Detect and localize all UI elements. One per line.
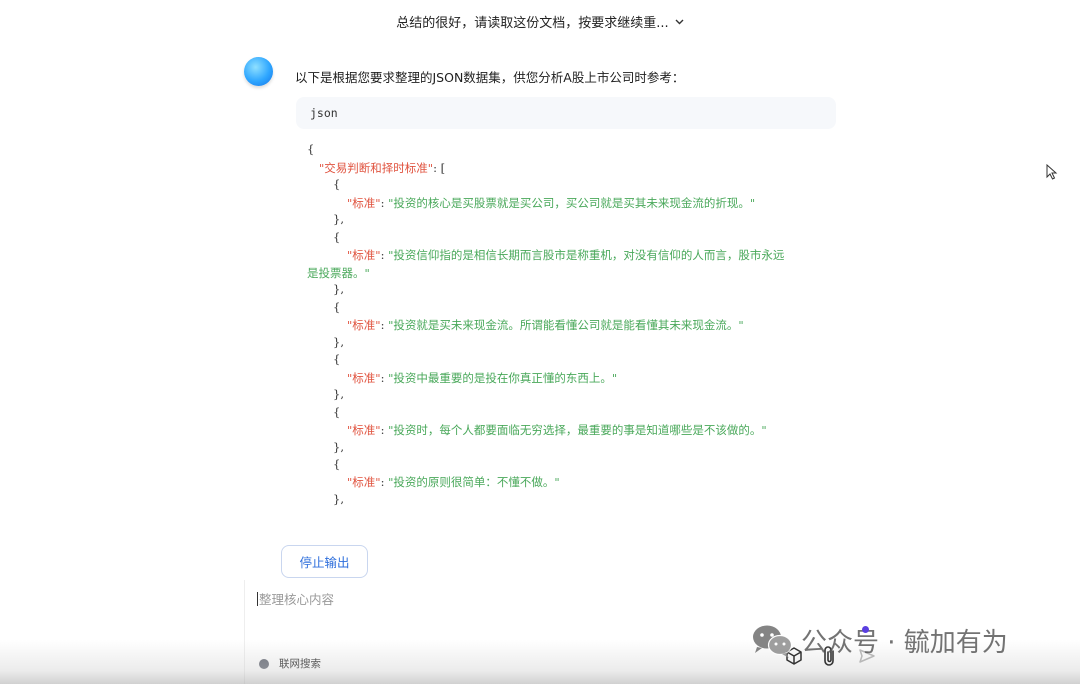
code-language-label: json <box>310 106 338 120</box>
code-punct: : <box>380 196 389 210</box>
code-string: "投资信仰指的是相信长期而言股市是称重机，对没有信仰的人而言，股市永远 <box>388 248 785 262</box>
watermark: 公众号 · 毓加有为 <box>751 622 1008 659</box>
code-key: "标准" <box>347 371 381 385</box>
code-line: }, <box>333 212 344 226</box>
text-caret <box>257 592 258 606</box>
assistant-intro-text: 以下是根据您要求整理的JSON数据集，供您分析A股上市公司时参考： <box>295 70 685 85</box>
code-block-header: json <box>296 97 836 129</box>
code-string: "投资就是买未来现金流。所谓能看懂公司就是能看懂其未来现金流。" <box>388 318 744 332</box>
code-line: }, <box>333 282 344 296</box>
code-line: { <box>333 177 341 191</box>
code-punct: : <box>380 248 389 262</box>
code-key: "标准" <box>347 475 381 489</box>
code-line: { <box>307 142 315 156</box>
watermark-text: 公众号 · 毓加有为 <box>801 628 1008 658</box>
code-line: "标准": "投资的核心是买股票就是买公司，买公司就是买其未来现金流的折现。" <box>347 195 755 211</box>
code-punct: : <box>380 475 389 489</box>
web-search-label: 联网搜索 <box>279 658 321 670</box>
code-punct: : [ <box>433 161 446 175</box>
code-line: "标准": "投资时，每个人都要面临无穷选择，最重要的事是知道哪些是不该做的。" <box>347 422 767 438</box>
code-line: }, <box>333 440 344 454</box>
code-string: "投资中最重要的是投在你真正懂的东西上。" <box>388 371 618 385</box>
mouse-cursor-icon <box>1046 163 1058 184</box>
code-key: "交易判断和择时标准" <box>319 161 434 175</box>
assistant-avatar <box>244 57 273 86</box>
code-line: "标准": "投资就是买未来现金流。所谓能看懂公司就是能看懂其未来现金流。" <box>347 317 744 333</box>
code-line: }, <box>333 335 344 349</box>
web-search-toggle[interactable]: 联网搜索 <box>259 656 321 671</box>
code-string: "投资的原则很简单：不懂不做。" <box>388 475 560 489</box>
conversation-title[interactable]: 总结的很好，请读取这份文档，按要求继续重... <box>0 12 1080 31</box>
code-key: "标准" <box>347 318 381 332</box>
code-string: "投资的核心是买股票就是买公司，买公司就是买其未来现金流的折现。" <box>388 196 756 210</box>
code-line: { <box>333 300 341 314</box>
code-line: "交易判断和择时标准": [ <box>319 160 445 176</box>
code-line: }, <box>333 492 344 506</box>
code-line: "标准": "投资的原则很简单：不懂不做。" <box>347 474 560 490</box>
code-line: { <box>333 230 341 244</box>
code-string: "投资时，每个人都要面临无穷选择，最重要的事是知道哪些是不该做的。" <box>388 423 767 437</box>
code-line: { <box>333 405 341 419</box>
code-line: }, <box>333 387 344 401</box>
code-key: "标准" <box>347 196 381 210</box>
code-line: { <box>333 352 341 366</box>
stop-output-button[interactable]: 停止输出 <box>281 545 368 578</box>
wechat-logo-icon <box>753 625 793 658</box>
code-line: 是投票器。" <box>307 266 370 280</box>
code-punct: : <box>380 423 389 437</box>
message-input[interactable] <box>259 589 759 609</box>
code-punct: : <box>380 318 389 332</box>
conversation-title-text: 总结的很好，请读取这份文档，按要求继续重... <box>396 16 669 31</box>
toggle-dot-icon <box>259 658 269 669</box>
notification-dot <box>862 626 869 633</box>
code-line: "标准": "投资中最重要的是投在你真正懂的东西上。" <box>347 370 617 386</box>
code-key: "标准" <box>347 423 381 437</box>
code-line: { <box>333 457 341 471</box>
code-punct: : <box>380 371 389 385</box>
chevron-down-icon[interactable] <box>675 17 684 28</box>
code-line: "标准": "投资信仰指的是相信长期而言股市是称重机，对没有信仰的人而言，股市永… <box>347 247 784 263</box>
code-key: "标准" <box>347 248 381 262</box>
